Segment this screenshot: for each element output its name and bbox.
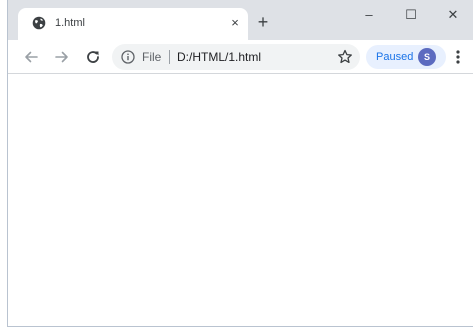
maximize-button[interactable]: ☐ [394, 4, 428, 26]
browser-window: 1.html × + – ☐ ✕ File D:/HTML/1.html Pau… [7, 0, 473, 327]
toolbar: File D:/HTML/1.html Paused S [8, 40, 473, 74]
scheme-label: File [142, 50, 162, 64]
info-icon[interactable] [121, 50, 135, 64]
reload-icon[interactable] [84, 48, 102, 66]
minimize-button[interactable]: – [352, 4, 386, 26]
arrow-left-icon[interactable] [22, 48, 40, 66]
omnibox-divider [169, 50, 170, 64]
url-text[interactable]: D:/HTML/1.html [177, 51, 261, 64]
arrow-right-icon[interactable] [53, 48, 71, 66]
tab-title: 1.html [55, 17, 85, 29]
star-icon[interactable] [336, 48, 354, 66]
globe-icon [32, 16, 46, 30]
close-window-button[interactable]: ✕ [436, 4, 470, 26]
kebab-menu-icon[interactable] [450, 48, 466, 66]
avatar: S [418, 48, 436, 66]
address-bar[interactable]: File D:/HTML/1.html [112, 44, 360, 70]
tab-active[interactable]: 1.html × [18, 8, 248, 40]
new-tab-button[interactable]: + [254, 13, 272, 31]
profile-status-label: Paused [376, 51, 414, 63]
profile-button[interactable]: Paused S [366, 45, 446, 69]
tab-close-button[interactable]: × [227, 15, 243, 31]
title-bar: 1.html × + – ☐ ✕ [8, 0, 473, 40]
page-content [8, 74, 473, 326]
